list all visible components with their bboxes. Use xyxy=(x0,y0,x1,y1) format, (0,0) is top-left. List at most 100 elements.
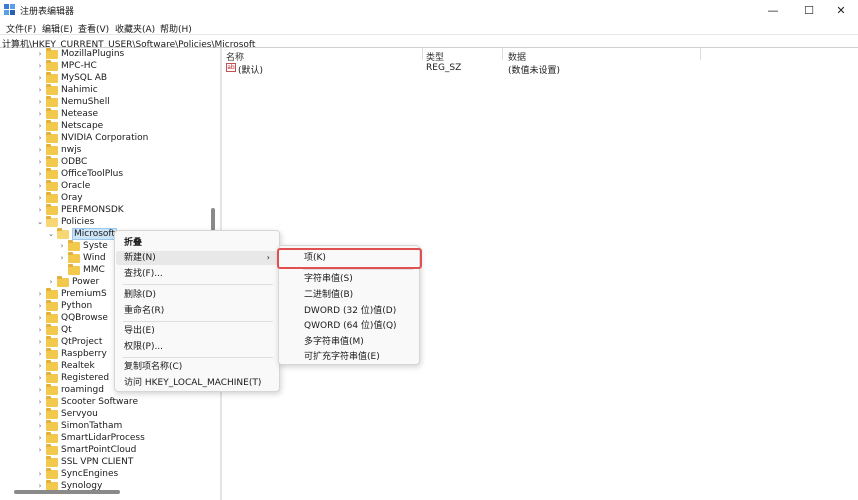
chevron-down-icon[interactable]: ⌄ xyxy=(47,230,55,238)
submenu-item-string-value[interactable]: 字符串值(S) xyxy=(280,272,418,286)
menu-item-visit-hklm[interactable]: 访问 HKEY_LOCAL_MACHINE(T) xyxy=(116,376,278,390)
chevron-right-icon[interactable]: › xyxy=(36,50,44,58)
tree-item[interactable]: › Raspberry xyxy=(36,347,107,360)
menu-item-copy-key-name[interactable]: 复制项名称(C) xyxy=(116,360,278,374)
tree-item[interactable]: › MySQL AB xyxy=(36,71,107,84)
tree-item[interactable]: › Python xyxy=(36,299,92,312)
tree-item[interactable]: › nwjs xyxy=(36,143,81,156)
tree-item[interactable]: › Scooter Software xyxy=(36,395,138,408)
tree-item[interactable]: › Netease xyxy=(36,107,98,120)
column-header-data[interactable]: 数据 xyxy=(508,50,526,63)
tree-item-policies[interactable]: ⌄ Policies xyxy=(36,215,94,228)
chevron-right-icon[interactable]: › xyxy=(36,158,44,166)
tree-item[interactable]: › Power xyxy=(47,275,99,288)
tree-item-microsoft[interactable]: ⌄ Microsoft xyxy=(47,227,117,240)
tree-item[interactable]: › QtProject xyxy=(36,335,102,348)
tree-item[interactable]: › PremiumS xyxy=(36,287,107,300)
chevron-right-icon[interactable]: › xyxy=(36,350,44,358)
chevron-right-icon[interactable]: › xyxy=(36,98,44,106)
tree-item[interactable]: › MozillaPlugins xyxy=(36,48,124,60)
chevron-right-icon[interactable]: › xyxy=(36,146,44,154)
column-divider[interactable] xyxy=(502,48,503,60)
tree-item[interactable]: SSL VPN CLIENT xyxy=(36,455,133,468)
minimize-button[interactable]: — xyxy=(756,0,790,20)
chevron-right-icon[interactable]: › xyxy=(36,62,44,70)
tree-item[interactable]: › SmartPointCloud xyxy=(36,443,136,456)
scrollbar-thumb[interactable] xyxy=(14,490,120,494)
chevron-right-icon[interactable]: › xyxy=(36,302,44,310)
chevron-right-icon[interactable]: › xyxy=(36,74,44,82)
submenu-item-expandable-string-value[interactable]: 可扩充字符串值(E) xyxy=(280,350,418,364)
chevron-right-icon[interactable]: › xyxy=(36,122,44,130)
tree-item[interactable]: › Netscape xyxy=(36,119,103,132)
chevron-right-icon[interactable]: › xyxy=(47,278,55,286)
tree-item[interactable]: › Syste xyxy=(58,239,108,252)
tree-item[interactable]: › SyncEngines xyxy=(36,467,118,480)
close-button[interactable]: ✕ xyxy=(824,0,858,20)
chevron-right-icon[interactable]: › xyxy=(36,410,44,418)
chevron-right-icon[interactable]: › xyxy=(36,110,44,118)
tree-item[interactable]: › roamingd xyxy=(36,383,104,396)
tree-item[interactable]: › NVIDIA Corporation xyxy=(36,131,148,144)
tree-item[interactable]: › Oracle xyxy=(36,179,90,192)
submenu-item-multi-string-value[interactable]: 多字符串值(M) xyxy=(280,335,418,349)
column-header-name[interactable]: 名称 xyxy=(226,50,244,63)
tree-item[interactable]: › SimonTatham xyxy=(36,419,122,432)
tree-item-label: MMC xyxy=(83,265,105,275)
tree-item[interactable]: › MPC-HC xyxy=(36,59,97,72)
submenu-item-qword-value[interactable]: QWORD (64 位)值(Q) xyxy=(280,319,418,333)
chevron-down-icon[interactable]: ⌄ xyxy=(36,218,44,226)
chevron-right-icon[interactable]: › xyxy=(36,434,44,442)
menu-item-collapse[interactable]: 折叠 xyxy=(116,236,278,250)
chevron-right-icon[interactable]: › xyxy=(36,134,44,142)
tree-item[interactable]: › Nahimic xyxy=(36,83,98,96)
chevron-right-icon[interactable]: › xyxy=(36,290,44,298)
tree-horizontal-scrollbar[interactable] xyxy=(0,488,220,496)
tree-item[interactable]: › SmartLidarProcess xyxy=(36,431,145,444)
tree-item[interactable]: › Realtek xyxy=(36,359,95,372)
chevron-right-icon[interactable]: › xyxy=(36,182,44,190)
maximize-button[interactable]: ☐ xyxy=(792,0,826,20)
column-divider[interactable] xyxy=(422,48,423,60)
menu-item-label: 新建(N) xyxy=(124,253,156,263)
tree-item-label: Raspberry xyxy=(61,349,107,359)
menu-item-find[interactable]: 查找(F)... xyxy=(116,267,278,281)
chevron-right-icon[interactable]: › xyxy=(36,398,44,406)
tree-item[interactable]: › Oray xyxy=(36,191,83,204)
tree-item[interactable]: › Wind xyxy=(58,251,106,264)
chevron-right-icon[interactable]: › xyxy=(58,254,66,262)
tree-item[interactable]: › Servyou xyxy=(36,407,98,420)
chevron-right-icon[interactable]: › xyxy=(36,362,44,370)
menu-item-rename[interactable]: 重命名(R) xyxy=(116,304,278,318)
chevron-right-icon[interactable]: › xyxy=(36,446,44,454)
menu-item-delete[interactable]: 删除(D) xyxy=(116,288,278,302)
column-divider[interactable] xyxy=(700,48,701,60)
tree-item[interactable]: › PERFMONSDK xyxy=(36,203,124,216)
chevron-right-icon[interactable]: › xyxy=(36,374,44,382)
chevron-right-icon[interactable]: › xyxy=(36,86,44,94)
chevron-right-icon[interactable]: › xyxy=(36,338,44,346)
submenu-item-dword-value[interactable]: DWORD (32 位)值(D) xyxy=(280,304,418,318)
menu-item-export[interactable]: 导出(E) xyxy=(116,324,278,338)
tree-item[interactable]: › Registered xyxy=(36,371,109,384)
tree-item[interactable]: › QQBrowse xyxy=(36,311,108,324)
chevron-right-icon[interactable]: › xyxy=(36,314,44,322)
menu-item-permissions[interactable]: 权限(P)... xyxy=(116,340,278,354)
chevron-right-icon[interactable]: › xyxy=(36,386,44,394)
menu-item-new[interactable]: 新建(N) › xyxy=(116,251,278,265)
chevron-right-icon[interactable]: › xyxy=(36,194,44,202)
chevron-right-icon[interactable]: › xyxy=(36,170,44,178)
chevron-right-icon[interactable]: › xyxy=(58,242,66,250)
tree-item[interactable]: › NemuShell xyxy=(36,95,110,108)
chevron-right-icon[interactable]: › xyxy=(36,422,44,430)
tree-item[interactable]: › OfficeToolPlus xyxy=(36,167,123,180)
submenu-item-binary-value[interactable]: 二进制值(B) xyxy=(280,288,418,302)
chevron-right-icon[interactable]: › xyxy=(36,470,44,478)
column-header-type[interactable]: 类型 xyxy=(426,50,444,63)
tree-item[interactable]: › Qt xyxy=(36,323,72,336)
tree-item[interactable]: MMC xyxy=(58,263,105,276)
tree-item[interactable]: › ODBC xyxy=(36,155,87,168)
address-bar[interactable]: 计算机\HKEY_CURRENT_USER\Software\Policies\… xyxy=(0,34,858,50)
chevron-right-icon[interactable]: › xyxy=(36,326,44,334)
chevron-right-icon[interactable]: › xyxy=(36,206,44,214)
